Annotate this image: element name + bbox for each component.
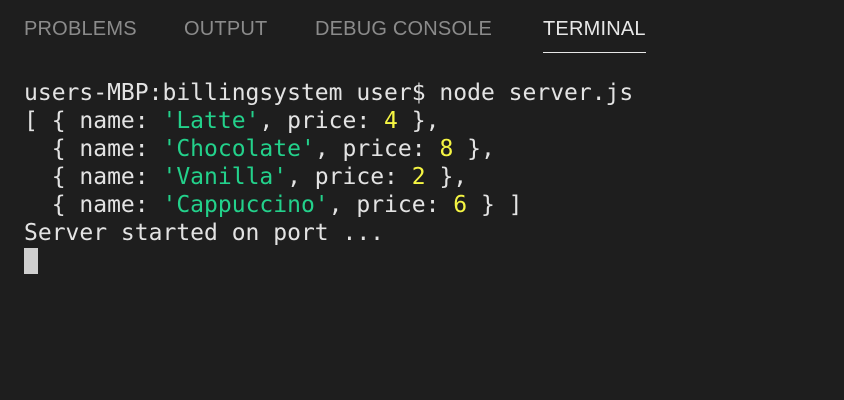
output-text: , price: <box>287 164 412 190</box>
item-price: 4 <box>384 108 398 134</box>
item-price: 8 <box>439 136 454 162</box>
item-price: 6 <box>453 192 468 218</box>
output-text: { name: <box>24 192 163 218</box>
tab-problems[interactable]: PROBLEMS <box>24 17 137 41</box>
item-name: 'Chocolate' <box>162 136 315 162</box>
item-name: 'Cappuccino' <box>162 192 329 218</box>
terminal-output[interactable]: users-MBP:billingsystem user$ node serve… <box>24 79 824 379</box>
item-name: 'Vanilla' <box>162 164 288 190</box>
terminal-output-line: { name: 'Cappuccino', price: 6 } ] <box>24 191 824 219</box>
panel-tab-bar: PROBLEMS OUTPUT DEBUG CONSOLE TERMINAL <box>0 0 844 56</box>
tab-terminal[interactable]: TERMINAL <box>543 17 646 53</box>
output-text: , price: <box>314 136 440 162</box>
terminal-cursor <box>24 248 38 274</box>
terminal-output-line: [ { name: 'Latte', price: 4 }, <box>24 107 824 135</box>
item-name: 'Latte' <box>162 108 260 134</box>
item-price: 2 <box>411 164 426 190</box>
terminal-output-line: { name: 'Vanilla', price: 2 }, <box>24 163 824 191</box>
output-text: { name: <box>24 164 163 190</box>
tab-output[interactable]: OUTPUT <box>184 17 267 41</box>
output-text: }, <box>397 108 440 134</box>
output-text: , price: <box>259 108 385 134</box>
output-text: { name: <box>24 136 163 162</box>
terminal-command-line: users-MBP:billingsystem user$ node serve… <box>24 80 634 106</box>
output-text: , price: <box>328 192 454 218</box>
output-text: }, <box>453 136 495 162</box>
tab-debug-console[interactable]: DEBUG CONSOLE <box>315 17 492 41</box>
output-text: } ] <box>467 192 523 218</box>
output-text: [ { name: <box>24 108 163 134</box>
terminal-status-line: Server started on port ... <box>24 220 385 246</box>
output-text: }, <box>425 164 468 190</box>
terminal-output-line: { name: 'Chocolate', price: 8 }, <box>24 135 824 163</box>
